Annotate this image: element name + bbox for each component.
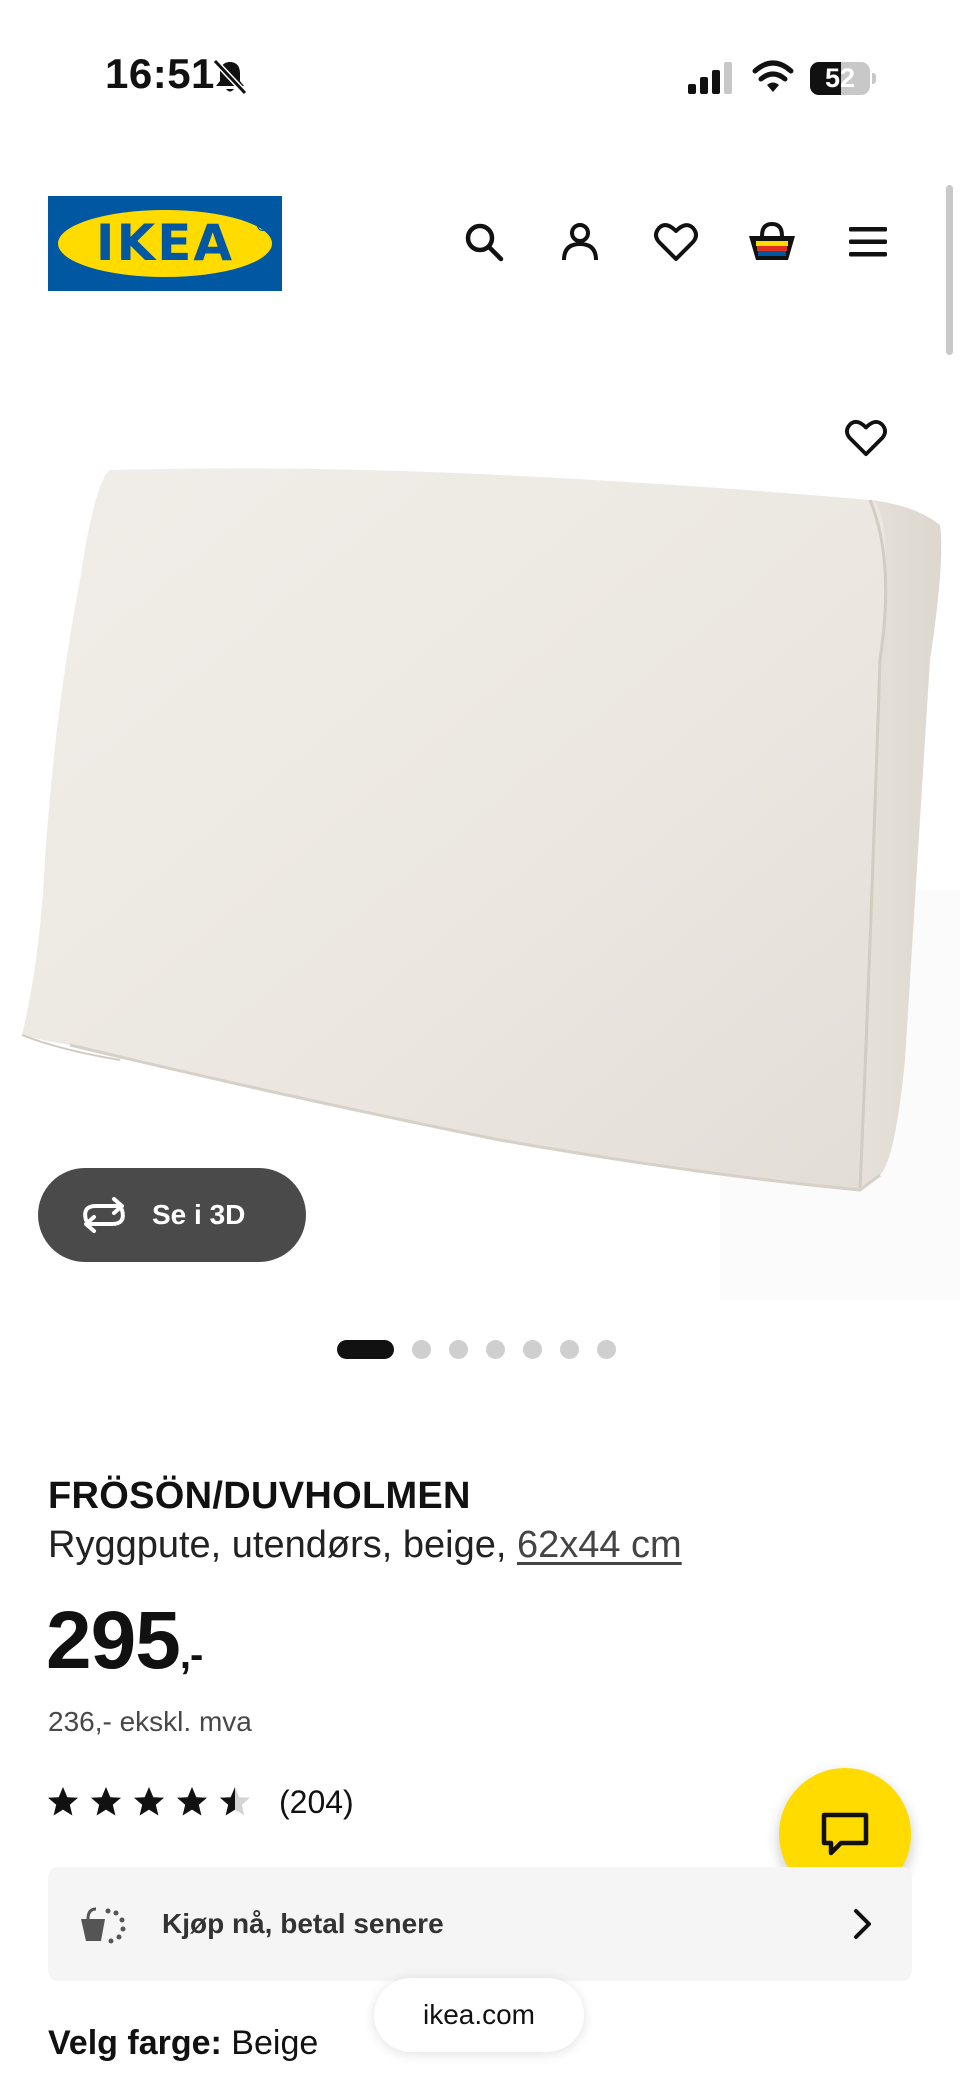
- image-carousel-indicator[interactable]: [337, 1338, 616, 1360]
- star-icon: [177, 1787, 207, 1816]
- carousel-dot[interactable]: [412, 1339, 431, 1359]
- product-size-link[interactable]: 62x44 cm: [517, 1524, 682, 1566]
- view-in-3d-button[interactable]: Se i 3D: [38, 1168, 306, 1262]
- product-description: Ryggpute, utendørs, beige, 62x44 cm: [48, 1524, 682, 1567]
- price-amount: 295: [46, 1595, 181, 1686]
- account-button[interactable]: [554, 216, 606, 268]
- wishlist-button[interactable]: [650, 216, 702, 268]
- rating-stars: [46, 1785, 261, 1819]
- carousel-dot[interactable]: [597, 1339, 616, 1359]
- scrollbar[interactable]: [946, 185, 953, 355]
- buy-now-pay-later-label: Kjøp nå, betal senere: [162, 1908, 444, 1939]
- carousel-dot[interactable]: [560, 1339, 579, 1359]
- product-rating[interactable]: (204): [46, 1782, 354, 1822]
- carousel-dot[interactable]: [486, 1339, 505, 1359]
- carousel-dot[interactable]: [449, 1339, 468, 1359]
- product-image[interactable]: [0, 360, 960, 1300]
- ikea-logo[interactable]: IKEA: [48, 196, 282, 291]
- price-suffix: ,-: [179, 1633, 203, 1677]
- star-icon: [48, 1787, 78, 1816]
- view-in-3d-label: Se i 3D: [152, 1199, 246, 1230]
- chevron-right-icon: [854, 1909, 871, 1939]
- chat-icon: [821, 1812, 869, 1856]
- heart-icon: [654, 223, 698, 261]
- product-name: FRÖSÖN/DUVHOLMEN: [48, 1475, 471, 1517]
- product-price: 295,-: [46, 1600, 203, 1682]
- carousel-dot[interactable]: [523, 1339, 542, 1359]
- shopping-bag-button[interactable]: [746, 216, 798, 268]
- shopping-bag-icon: [749, 221, 795, 260]
- search-button[interactable]: [458, 216, 510, 268]
- star-icon: [91, 1787, 121, 1816]
- search-icon: [465, 223, 504, 262]
- rating-count: (204): [279, 1783, 354, 1820]
- add-to-favourites-button[interactable]: [838, 410, 894, 466]
- color-label-key: Velg farge:: [48, 2024, 222, 2062]
- account-icon: [562, 223, 598, 261]
- star-icon: [220, 1787, 250, 1816]
- price-excl-vat: 236,- ekskl. mva: [48, 1706, 252, 1737]
- bag-payment-icon: [81, 1907, 126, 1944]
- menu-button[interactable]: [842, 216, 894, 268]
- heart-icon: [845, 420, 887, 457]
- battery-level: 52: [824, 63, 856, 93]
- browser-url-bar[interactable]: ikea.com: [374, 1978, 584, 2052]
- logo-text: IKEA: [95, 214, 235, 272]
- bell-slash-icon: [212, 58, 248, 96]
- wifi-icon: [752, 60, 794, 92]
- buy-now-pay-later-banner[interactable]: Kjøp nå, betal senere: [48, 1867, 912, 1981]
- carousel-dot-active[interactable]: [337, 1339, 394, 1359]
- rotate-3d-icon: [83, 1197, 125, 1233]
- color-selector-label: Velg farge: Beige: [48, 2024, 318, 2063]
- cellular-signal-icon: [688, 62, 732, 94]
- battery-icon: 52: [810, 62, 876, 95]
- color-label-value: Beige: [231, 2024, 319, 2062]
- product-description-text: Ryggpute, utendørs, beige,: [48, 1524, 507, 1566]
- menu-icon: [849, 227, 887, 257]
- status-time: 16:51: [105, 50, 215, 97]
- star-icon: [134, 1787, 164, 1816]
